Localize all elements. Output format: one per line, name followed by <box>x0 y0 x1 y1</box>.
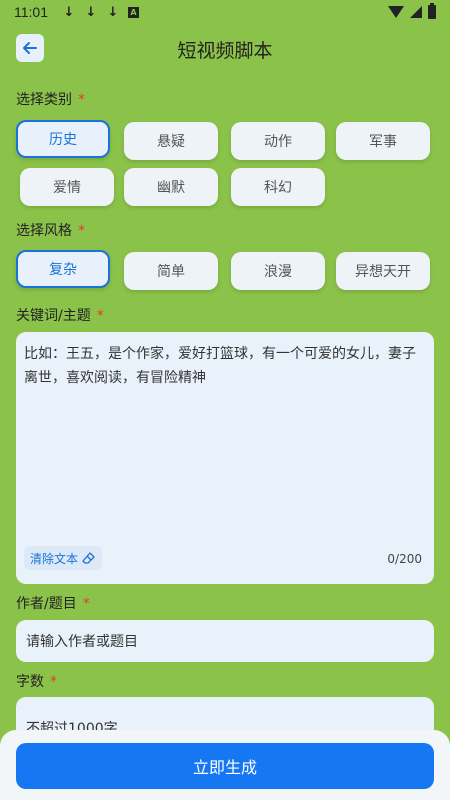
keywords-label-text: 关键词/主题 <box>16 308 91 324</box>
clear-text-button[interactable]: 清除文本 <box>24 546 103 570</box>
keywords-textarea[interactable]: 比如：王五，是个作家，爱好打篮球，有一个可爱的女儿，妻子离世，喜欢阅读，有冒险精… <box>16 332 434 584</box>
char-counter: 0/200 <box>387 552 422 566</box>
notification-icon: A <box>128 6 139 18</box>
arrow-left-icon <box>23 42 37 54</box>
style-label-text: 选择风格 <box>16 223 72 239</box>
battery-icon <box>428 3 436 19</box>
style-chip-simple[interactable]: 简单 <box>124 252 218 290</box>
generate-button[interactable]: 立即生成 <box>16 743 434 789</box>
back-button[interactable] <box>16 34 44 62</box>
word-count-label-text: 字数 <box>16 674 44 690</box>
download-icon: ↓ <box>107 4 119 20</box>
status-time: 11:01 <box>14 4 48 20</box>
page-title: 短视频脚本 <box>177 39 273 62</box>
keywords-label: 关键词/主题 * <box>16 305 104 325</box>
signal-icon <box>410 6 422 18</box>
wifi-icon <box>388 6 404 18</box>
style-chip-complex[interactable]: 复杂 <box>16 250 110 288</box>
required-mark: * <box>96 308 104 324</box>
app-header: 短视频脚本 <box>0 28 450 70</box>
download-icon: ↓ <box>85 4 97 20</box>
status-indicators <box>388 3 436 19</box>
author-label-text: 作者/题目 <box>16 596 77 612</box>
category-chip-humor[interactable]: 幽默 <box>124 168 218 206</box>
category-chip-history[interactable]: 历史 <box>16 120 110 158</box>
author-label: 作者/题目 * <box>16 593 90 613</box>
style-chip-romantic[interactable]: 浪漫 <box>231 252 325 290</box>
required-mark: * <box>78 223 85 239</box>
download-icon: ↓ <box>63 4 75 20</box>
category-chip-military[interactable]: 军事 <box>336 122 430 160</box>
author-placeholder: 请输入作者或题目 <box>26 634 138 650</box>
required-mark: * <box>82 596 90 612</box>
required-mark: * <box>78 92 85 108</box>
style-chip-whimsical[interactable]: 异想天开 <box>336 252 430 290</box>
clear-text-label: 清除文本 <box>30 551 79 566</box>
category-chip-romance[interactable]: 爱情 <box>20 168 114 206</box>
category-label-text: 选择类别 <box>16 92 72 108</box>
status-bar: 11:01 ↓ ↓ ↓ A <box>0 0 450 24</box>
bottom-action-bar: 立即生成 <box>0 730 450 800</box>
category-label: 选择类别 * <box>16 89 85 109</box>
keywords-placeholder: 比如：王五，是个作家，爱好打篮球，有一个可爱的女儿，妻子离世，喜欢阅读，有冒险精… <box>24 346 416 386</box>
eraser-icon <box>82 552 95 564</box>
category-chip-suspense[interactable]: 悬疑 <box>124 122 218 160</box>
category-chip-scifi[interactable]: 科幻 <box>231 168 325 206</box>
word-count-label: 字数 * <box>16 671 57 691</box>
required-mark: * <box>50 674 57 690</box>
author-input[interactable]: 请输入作者或题目 <box>16 620 434 662</box>
category-chip-action[interactable]: 动作 <box>231 122 325 160</box>
style-label: 选择风格 * <box>16 220 85 240</box>
